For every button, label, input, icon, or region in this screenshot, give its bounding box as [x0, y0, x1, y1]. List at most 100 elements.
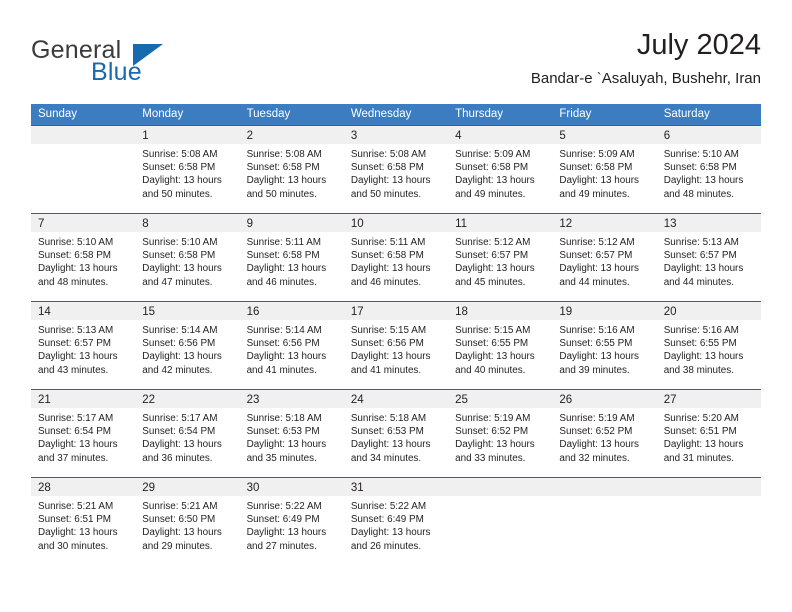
- day-detail-line: and 40 minutes.: [455, 364, 526, 376]
- calendar-day-cell[interactable]: 22 Sunrise: 5:17 AM Sunset: 6:54 PM Dayligh…: [135, 390, 240, 477]
- calendar-day-cell[interactable]: 8 Sunrise: 5:10 AM Sunset: 6:58 PM Daylight…: [135, 214, 240, 301]
- day-detail-line: and 34 minutes.: [350, 452, 422, 464]
- page-title: July 2024: [636, 29, 761, 61]
- day-detail-line: and 27 minutes.: [246, 540, 317, 552]
- day-detail-line: Daylight: 13 hours: [559, 175, 639, 187]
- day-detail-line: and 47 minutes.: [142, 276, 213, 288]
- calendar-day-cell[interactable]: 24 Sunrise: 5:18 AM Sunset: 6:53 PM Dayligh…: [343, 390, 449, 477]
- day-detail-line: Daylight: 13 hours: [142, 351, 222, 363]
- day-detail-line: Daylight: 13 hours: [663, 439, 744, 451]
- calendar-day-cell[interactable]: 21 Sunrise: 5:17 AM Sunset: 6:54 PM Dayligh…: [31, 390, 136, 477]
- day-detail-text: Sunrise: 5:11 AM Sunset: 6:58 PM Daylight:…: [240, 232, 344, 289]
- day-number-band: 1: [135, 126, 240, 144]
- day-detail-line: Sunrise: 5:10 AM: [663, 149, 739, 160]
- day-detail-line: Sunrise: 5:08 AM: [246, 149, 322, 160]
- day-detail-line: and 49 minutes.: [559, 188, 630, 200]
- calendar-day-cell[interactable]: 30 Sunrise: 5:22 AM Sunset: 6:49 PM Dayligh…: [239, 478, 344, 565]
- day-detail-line: Daylight: 13 hours: [350, 527, 431, 539]
- day-detail-text: Sunrise: 5:16 AM Sunset: 6:55 PM Daylight:…: [552, 320, 656, 377]
- day-detail-line: Sunrise: 5:09 AM: [559, 149, 635, 160]
- day-number-band: 4: [448, 126, 553, 144]
- calendar-week-row: 1 Sunrise: 5:08 AM Sunset: 6:58 PM Daylight…: [31, 125, 761, 213]
- day-number: 19: [559, 306, 573, 318]
- weekday-header-wednesday: Wednesday: [350, 108, 412, 120]
- day-number-band: 17: [343, 302, 449, 320]
- calendar-day-cell[interactable]: 12 Sunrise: 5:12 AM Sunset: 6:57 PM Dayligh…: [552, 214, 657, 301]
- day-detail-text: Sunrise: 5:08 AM Sunset: 6:58 PM Daylight:…: [135, 144, 239, 201]
- day-detail-line: Sunset: 6:58 PM: [455, 162, 529, 174]
- day-detail-line: and 50 minutes.: [246, 188, 317, 200]
- day-detail-line: Daylight: 13 hours: [350, 263, 431, 275]
- calendar-day-cell[interactable]: 20 Sunrise: 5:16 AM Sunset: 6:55 PM Dayligh…: [656, 302, 761, 389]
- day-detail-line: Sunrise: 5:10 AM: [38, 237, 114, 248]
- calendar-day-cell[interactable]: 5 Sunrise: 5:09 AM Sunset: 6:58 PM Daylight…: [552, 126, 657, 213]
- calendar-day-cell[interactable]: 11 Sunrise: 5:12 AM Sunset: 6:57 PM Dayligh…: [448, 214, 553, 301]
- day-detail-line: Daylight: 13 hours: [455, 351, 535, 363]
- day-detail-line: Daylight: 13 hours: [559, 263, 639, 275]
- day-detail-line: Daylight: 13 hours: [246, 263, 327, 275]
- day-detail-line: and 45 minutes.: [455, 276, 526, 288]
- day-detail-line: Sunset: 6:56 PM: [142, 338, 216, 350]
- day-detail-line: Sunrise: 5:22 AM: [246, 501, 322, 512]
- day-number: 30: [246, 482, 260, 494]
- day-detail-line: and 41 minutes.: [246, 364, 317, 376]
- day-detail-line: Sunset: 6:56 PM: [350, 338, 424, 350]
- day-detail-line: Daylight: 13 hours: [663, 175, 744, 187]
- day-detail-line: Sunrise: 5:19 AM: [559, 413, 635, 424]
- day-number-band: 3: [343, 126, 449, 144]
- weekday-header-monday: Monday: [142, 108, 184, 120]
- calendar-day-cell[interactable]: 1 Sunrise: 5:08 AM Sunset: 6:58 PM Daylight…: [135, 126, 240, 213]
- calendar-day-cell[interactable]: 31 Sunrise: 5:22 AM Sunset: 6:49 PM Dayligh…: [343, 478, 449, 565]
- calendar-day-cell[interactable]: 9 Sunrise: 5:11 AM Sunset: 6:58 PM Daylight…: [239, 214, 344, 301]
- day-number-band: 16: [239, 302, 344, 320]
- day-detail-text: Sunrise: 5:19 AM Sunset: 6:52 PM Daylight:…: [552, 408, 656, 465]
- weekday-header-row: Sunday Monday Tuesday Wednesday Thursday Frid…: [31, 104, 761, 125]
- general-blue-logo[interactable]: General Blue: [31, 36, 261, 92]
- calendar-day-cell[interactable]: 2 Sunrise: 5:08 AM Sunset: 6:58 PM Daylight…: [239, 126, 344, 213]
- day-detail-text: Sunrise: 5:13 AM Sunset: 6:57 PM Daylight:…: [657, 232, 761, 289]
- day-number: 5: [559, 130, 566, 142]
- day-detail-line: Sunrise: 5:08 AM: [142, 149, 218, 160]
- calendar-day-cell[interactable]: 19 Sunrise: 5:16 AM Sunset: 6:55 PM Dayligh…: [552, 302, 657, 389]
- day-number: 13: [663, 218, 677, 230]
- calendar-day-cell[interactable]: 17 Sunrise: 5:15 AM Sunset: 6:56 PM Dayligh…: [343, 302, 449, 389]
- calendar-day-cell[interactable]: 18 Sunrise: 5:15 AM Sunset: 6:55 PM Dayligh…: [448, 302, 553, 389]
- day-number-band: 27: [656, 390, 761, 408]
- day-detail-line: Daylight: 13 hours: [142, 175, 222, 187]
- day-detail-line: and 30 minutes.: [38, 540, 109, 552]
- calendar-day-cell[interactable]: 14 Sunrise: 5:13 AM Sunset: 6:57 PM Dayligh…: [31, 302, 136, 389]
- day-detail-line: Sunset: 6:51 PM: [38, 514, 112, 526]
- day-number-band: [552, 478, 657, 496]
- day-detail-line: Sunrise: 5:16 AM: [559, 325, 635, 336]
- day-detail-line: and 49 minutes.: [455, 188, 526, 200]
- day-detail-line: Daylight: 13 hours: [350, 439, 431, 451]
- day-detail-line: and 43 minutes.: [38, 364, 109, 376]
- calendar-day-cell[interactable]: 13 Sunrise: 5:13 AM Sunset: 6:57 PM Dayligh…: [656, 214, 761, 301]
- day-detail-line: Sunrise: 5:18 AM: [246, 413, 322, 424]
- calendar-day-cell[interactable]: 3 Sunrise: 5:08 AM Sunset: 6:58 PM Daylight…: [343, 126, 449, 213]
- day-detail-text: Sunrise: 5:14 AM Sunset: 6:56 PM Daylight:…: [240, 320, 344, 377]
- calendar-day-cell[interactable]: 16 Sunrise: 5:14 AM Sunset: 6:56 PM Dayligh…: [239, 302, 344, 389]
- calendar-day-cell[interactable]: 7 Sunrise: 5:10 AM Sunset: 6:58 PM Daylight…: [31, 214, 136, 301]
- day-number-band: [448, 478, 553, 496]
- calendar-day-cell[interactable]: 26 Sunrise: 5:19 AM Sunset: 6:52 PM Dayligh…: [552, 390, 657, 477]
- calendar-weeks: 1 Sunrise: 5:08 AM Sunset: 6:58 PM Daylight…: [31, 125, 761, 565]
- day-detail-text: Sunrise: 5:12 AM Sunset: 6:57 PM Daylight:…: [448, 232, 552, 289]
- calendar-day-cell[interactable]: 15 Sunrise: 5:14 AM Sunset: 6:56 PM Dayligh…: [135, 302, 240, 389]
- day-number-band: 11: [448, 214, 553, 232]
- day-number: 15: [142, 306, 156, 318]
- calendar-day-cell[interactable]: 6 Sunrise: 5:10 AM Sunset: 6:58 PM Daylight…: [656, 126, 761, 213]
- calendar-day-cell[interactable]: 23 Sunrise: 5:18 AM Sunset: 6:53 PM Dayligh…: [239, 390, 344, 477]
- day-detail-line: Daylight: 13 hours: [38, 527, 118, 539]
- page-subtitle: Bandar-e `Asaluyah, Bushehr, Iran: [530, 70, 761, 87]
- day-detail-line: Sunrise: 5:18 AM: [350, 413, 427, 424]
- day-detail-line: Daylight: 13 hours: [350, 351, 431, 363]
- calendar-day-cell[interactable]: 4 Sunrise: 5:09 AM Sunset: 6:58 PM Daylight…: [448, 126, 553, 213]
- weekday-header-friday: Friday: [559, 108, 592, 120]
- calendar-day-cell[interactable]: 28 Sunrise: 5:21 AM Sunset: 6:51 PM Dayligh…: [31, 478, 136, 565]
- calendar-day-cell[interactable]: 29 Sunrise: 5:21 AM Sunset: 6:50 PM Dayligh…: [135, 478, 240, 565]
- day-detail-text: Sunrise: 5:15 AM Sunset: 6:56 PM Daylight:…: [344, 320, 448, 377]
- calendar-day-cell[interactable]: 10 Sunrise: 5:11 AM Sunset: 6:58 PM Dayligh…: [343, 214, 449, 301]
- calendar-day-cell[interactable]: 27 Sunrise: 5:20 AM Sunset: 6:51 PM Dayligh…: [656, 390, 761, 477]
- calendar-day-cell[interactable]: 25 Sunrise: 5:19 AM Sunset: 6:52 PM Dayligh…: [448, 390, 553, 477]
